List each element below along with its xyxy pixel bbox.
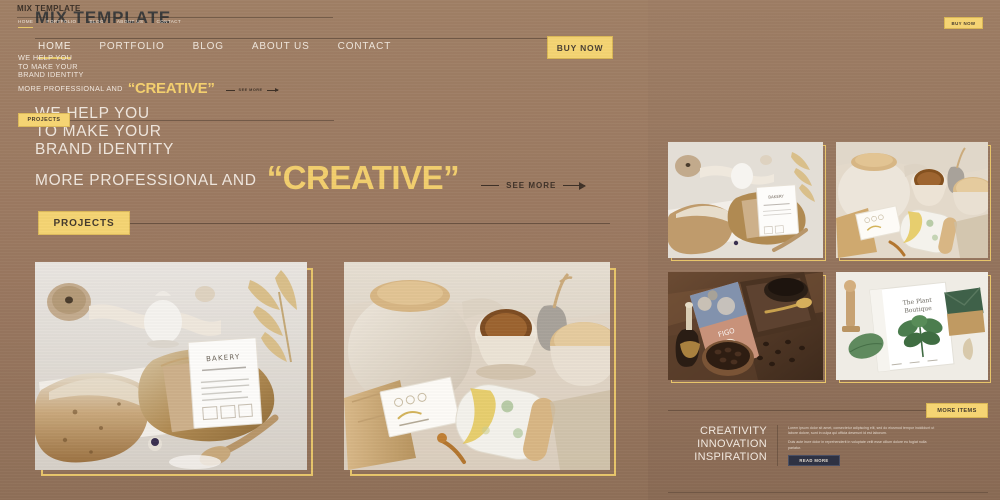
project-photo-bakery: BAKERY [35,262,307,470]
project-image-2[interactable] [344,262,616,476]
projects-heading-row-small: PROJECTS [18,113,334,127]
project-thumb-1[interactable]: BAKERY [668,142,826,261]
see-more-dash-icon-small [225,89,235,91]
hero-line-4: MORE PROFESSIONAL AND [35,172,257,189]
more-items-button[interactable]: MORE ITEMS [926,403,988,418]
screenshot-stage: MIX TEMPLATE HOME PORTFOLIO BLOG ABOUT U… [0,0,1000,500]
see-more-link-small[interactable]: SEE MORE [225,87,279,93]
projects-divider [130,222,610,224]
buy-now-button[interactable]: BUY NOW [547,36,613,59]
more-items-divider [668,410,926,411]
hero-line-4-row: MORE PROFESSIONAL AND “CREATIVE” SEE MOR… [35,159,587,196]
arrow-right-icon-small [266,87,279,92]
read-more-button[interactable]: READ MORE [788,454,840,466]
nav-divider [35,38,610,39]
project-thumb-4[interactable]: The Plant Boutique [836,272,991,383]
project-image-1[interactable]: BAKERY [35,262,313,476]
nav-item-home-small[interactable]: HOME [18,19,34,28]
projects-divider-small [70,119,334,121]
projects-tag[interactable]: PROJECTS [38,211,130,235]
bottom-divider [668,492,988,493]
bottom-body-group: Lorem ipsum dolor sit amet, consectetur … [788,425,938,466]
nav-item-about-us-small[interactable]: ABOUT US [117,19,144,28]
project-photo-tea-thumb [836,142,988,258]
main-navigation-small: HOME PORTFOLIO BLOG ABOUT US CONTACT [18,19,181,28]
nav-item-blog-small[interactable]: BLOG [89,19,103,28]
site-logo-small[interactable]: MIX TEMPLATE [17,4,81,13]
buy-now-button-small[interactable]: BUY NOW [944,17,983,29]
bottom-paragraph-2: Duis aute irure dolor in reprehenderit i… [788,440,927,450]
bottom-headline-3: INSPIRATION [694,451,767,463]
project-thumb-2[interactable] [836,142,991,261]
project-photo-plant-boutique-thumb: The Plant Boutique [836,272,988,380]
see-more-label-small: SEE MORE [238,88,263,93]
hero-line-4-small: MORE PROFESSIONAL AND [18,83,123,93]
bottom-headline-2: INNOVATION [697,438,767,450]
more-items-row: MORE ITEMS [668,403,988,418]
nav-item-contact-small[interactable]: CONTACT [156,19,181,28]
project-thumb-3[interactable]: FIGO [668,272,826,383]
see-more-link[interactable]: SEE MORE [481,180,587,190]
hero-line-3: BRAND IDENTITY [35,141,174,158]
bottom-headline-1: CREATIVITY [700,425,767,437]
hero-line-4-row-small: MORE PROFESSIONAL AND “CREATIVE” SEE MOR… [18,79,279,97]
hero-highlight: “CREATIVE” [266,159,460,196]
nav-item-contact[interactable]: CONTACT [338,41,392,57]
bottom-paragraph-1: Lorem ipsum dolor sit amet, consectetur … [788,426,935,436]
project-photo-bakery-thumb: BAKERY [668,142,823,258]
project-photo-tea [344,262,610,470]
hero-highlight-small: “CREATIVE” [127,79,215,97]
projects-heading-row: PROJECTS [38,211,610,235]
project-photo-coffee-thumb: FIGO [668,272,823,380]
see-more-dash-icon [481,184,500,186]
hero-line-3-small: BRAND IDENTITY [18,70,84,80]
see-more-label: SEE MORE [506,180,557,190]
bottom-content-section: CREATIVITY INNOVATION INSPIRATION Lorem … [668,425,988,466]
arrow-right-icon [563,182,587,189]
hero-section-small: WE HELP YOU TO MAKE YOUR BRAND IDENTITY … [18,53,279,97]
bottom-headline-group: CREATIVITY INNOVATION INSPIRATION [668,425,778,466]
projects-tag-small[interactable]: PROJECTS [18,113,70,127]
nav-item-portfolio-small[interactable]: PORTFOLIO [46,19,76,28]
nav-divider-small [17,17,333,18]
